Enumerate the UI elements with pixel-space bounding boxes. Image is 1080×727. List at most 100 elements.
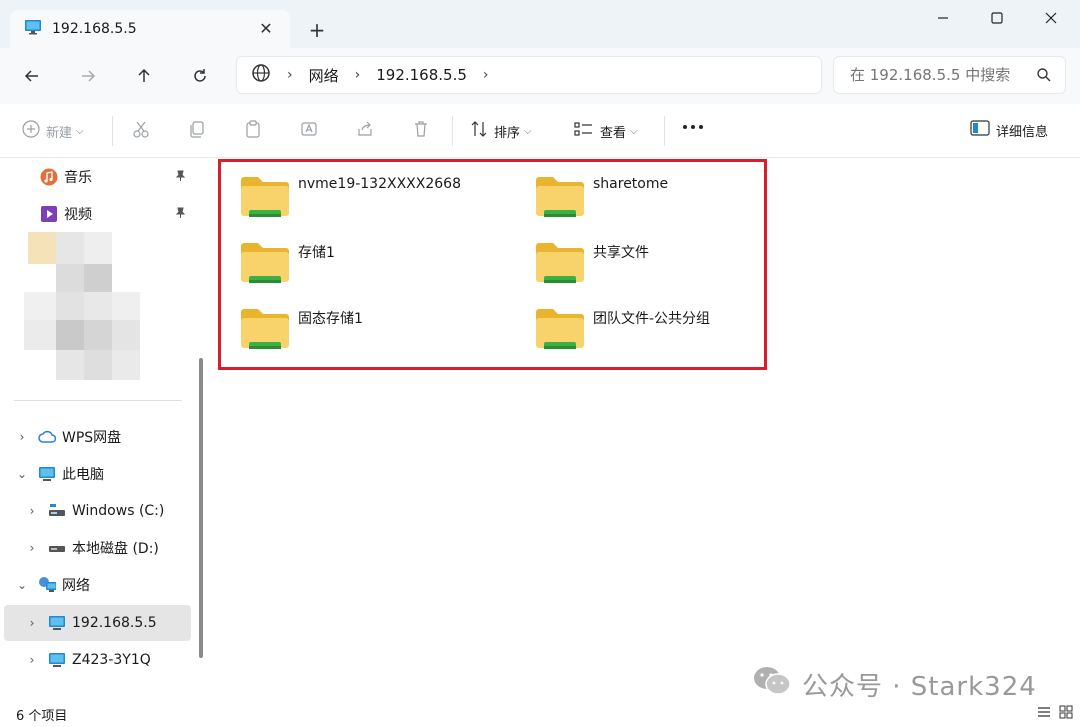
more-options-button[interactable] bbox=[682, 118, 704, 140]
breadcrumb-host[interactable]: 192.168.5.5 bbox=[376, 66, 467, 84]
chevron-down-icon[interactable]: ⌄ bbox=[14, 578, 30, 592]
refresh-icon bbox=[194, 69, 206, 82]
chevron-right-icon[interactable]: › bbox=[287, 67, 293, 83]
forward-button[interactable] bbox=[72, 60, 104, 92]
new-tab-button[interactable]: + bbox=[303, 16, 331, 44]
folder-item[interactable]: 共享文件 bbox=[535, 242, 815, 298]
chevron-right-icon[interactable]: › bbox=[24, 504, 40, 518]
view-button[interactable]: 查看 ⌵ bbox=[574, 120, 638, 142]
details-pane-icon bbox=[970, 120, 990, 140]
folder-name: sharetome bbox=[593, 176, 669, 192]
minimize-icon bbox=[938, 17, 948, 19]
minimize-button[interactable] bbox=[920, 4, 966, 32]
sidebar-item-label: 视频 bbox=[64, 207, 92, 223]
monitor-icon bbox=[48, 614, 66, 632]
shared-folder-icon bbox=[240, 308, 290, 356]
share-button[interactable] bbox=[356, 120, 374, 142]
copy-button[interactable] bbox=[188, 120, 206, 142]
chevron-down-icon[interactable]: ⌄ bbox=[14, 467, 30, 481]
sidebar-scrollbar[interactable] bbox=[199, 358, 203, 658]
sidebar-item-z423[interactable]: › Z423-3Y1Q bbox=[0, 643, 200, 677]
scissors-icon bbox=[132, 120, 150, 142]
sort-button[interactable]: 排序 ⌵ bbox=[470, 120, 532, 142]
folder-name: 共享文件 bbox=[593, 245, 649, 261]
sidebar-item-label: 此电脑 bbox=[62, 467, 104, 483]
watermark: 公众号 · Stark324 bbox=[752, 664, 1037, 705]
shared-folder-icon bbox=[240, 242, 290, 290]
cut-button[interactable] bbox=[132, 120, 150, 142]
chevron-right-icon[interactable]: › bbox=[355, 67, 361, 83]
more-icon bbox=[682, 118, 704, 140]
address-bar[interactable]: › 网络 › 192.168.5.5 › bbox=[236, 56, 822, 94]
chevron-right-icon[interactable]: › bbox=[483, 67, 489, 83]
sidebar-item-network[interactable]: ⌄ 网络 bbox=[0, 568, 200, 602]
shared-folder-icon bbox=[535, 176, 585, 224]
details-view-icon[interactable] bbox=[1036, 704, 1052, 724]
view-label: 查看 bbox=[600, 125, 627, 141]
folder-item[interactable]: 存储1 bbox=[240, 242, 520, 298]
sidebar-item-this-pc[interactable]: ⌄ 此电脑 bbox=[0, 457, 200, 491]
watermark-text: 公众号 · Stark324 bbox=[802, 672, 1037, 702]
sidebar-item-video[interactable]: 视频 bbox=[0, 197, 200, 231]
navigation-pane: 音乐 视频 › WPS网盘 ⌄ 此电脑 › Windows (C:) › 本地磁… bbox=[0, 158, 210, 701]
sidebar-divider bbox=[14, 400, 182, 401]
cloud-icon bbox=[38, 428, 56, 446]
folder-name: 固态存储1 bbox=[298, 311, 363, 327]
tiles-view-icon[interactable] bbox=[1058, 704, 1074, 724]
tab-title: 192.168.5.5 bbox=[52, 21, 137, 37]
sidebar-item-host-selected[interactable]: › 192.168.5.5 bbox=[4, 605, 191, 641]
sidebar-item-label: 音乐 bbox=[64, 170, 92, 186]
drive-icon bbox=[48, 502, 66, 520]
details-pane-button[interactable]: 详细信息 bbox=[970, 120, 1048, 140]
clipboard-icon bbox=[244, 120, 262, 142]
new-button[interactable]: 新建 ⌵ bbox=[22, 120, 84, 142]
close-tab-icon[interactable]: ✕ bbox=[256, 19, 276, 39]
delete-button[interactable] bbox=[412, 120, 430, 142]
sidebar-item-drive-c[interactable]: › Windows (C:) bbox=[0, 494, 200, 528]
sidebar-item-label: Z423-3Y1Q bbox=[72, 652, 151, 668]
command-bar: 新建 ⌵ 排序 ⌵ 查看 ⌵ 详细信息 bbox=[0, 104, 1080, 158]
tab-current[interactable]: 192.168.5.5 ✕ bbox=[10, 10, 290, 48]
chevron-right-icon[interactable]: › bbox=[24, 541, 40, 555]
item-count: 6 个项目 bbox=[16, 708, 68, 724]
arrow-right-icon bbox=[82, 70, 96, 82]
pin-icon[interactable] bbox=[174, 207, 186, 222]
pin-icon[interactable] bbox=[174, 170, 186, 185]
shared-folder-icon bbox=[535, 308, 585, 356]
sort-icon bbox=[470, 120, 488, 142]
search-box[interactable] bbox=[833, 56, 1066, 94]
navigation-bar: › 网络 › 192.168.5.5 › bbox=[0, 48, 1080, 104]
sidebar-item-music[interactable]: 音乐 bbox=[0, 160, 200, 194]
file-list: nvme19-132XXXX2668 sharetome 存储1 共享文件 固态… bbox=[210, 158, 1080, 701]
chevron-right-icon[interactable]: › bbox=[24, 616, 40, 630]
rename-button[interactable] bbox=[300, 120, 318, 142]
folder-item[interactable]: 固态存储1 bbox=[240, 308, 520, 364]
maximize-button[interactable] bbox=[974, 4, 1020, 32]
chevron-right-icon[interactable]: › bbox=[24, 653, 40, 667]
folder-item[interactable]: sharetome bbox=[535, 176, 815, 232]
refresh-button[interactable] bbox=[184, 60, 216, 92]
details-pane-label: 详细信息 bbox=[996, 124, 1049, 140]
divider bbox=[112, 116, 113, 146]
title-bar: 192.168.5.5 ✕ + bbox=[0, 0, 1080, 48]
sort-label: 排序 bbox=[494, 125, 521, 141]
chevron-right-icon[interactable]: › bbox=[14, 430, 30, 444]
blurred-region bbox=[24, 232, 140, 380]
sidebar-item-drive-d[interactable]: › 本地磁盘 (D:) bbox=[0, 531, 200, 565]
close-window-button[interactable] bbox=[1028, 4, 1074, 32]
sidebar-item-wps-drive[interactable]: › WPS网盘 bbox=[0, 420, 200, 454]
breadcrumb-network[interactable]: 网络 bbox=[309, 65, 339, 86]
folder-item[interactable]: nvme19-132XXXX2668 bbox=[240, 176, 520, 232]
paste-button[interactable] bbox=[244, 120, 262, 142]
divider bbox=[452, 116, 453, 146]
folder-item[interactable]: 团队文件-公共分组 bbox=[535, 308, 815, 364]
back-button[interactable] bbox=[16, 60, 48, 92]
search-icon[interactable] bbox=[1037, 68, 1051, 86]
up-button[interactable] bbox=[128, 60, 160, 92]
music-icon bbox=[40, 168, 58, 186]
search-input[interactable] bbox=[850, 66, 1030, 84]
sidebar-item-label: 192.168.5.5 bbox=[72, 615, 157, 631]
rename-icon bbox=[300, 120, 318, 142]
maximize-icon bbox=[991, 12, 1003, 24]
sidebar-item-label: WPS网盘 bbox=[62, 430, 122, 446]
